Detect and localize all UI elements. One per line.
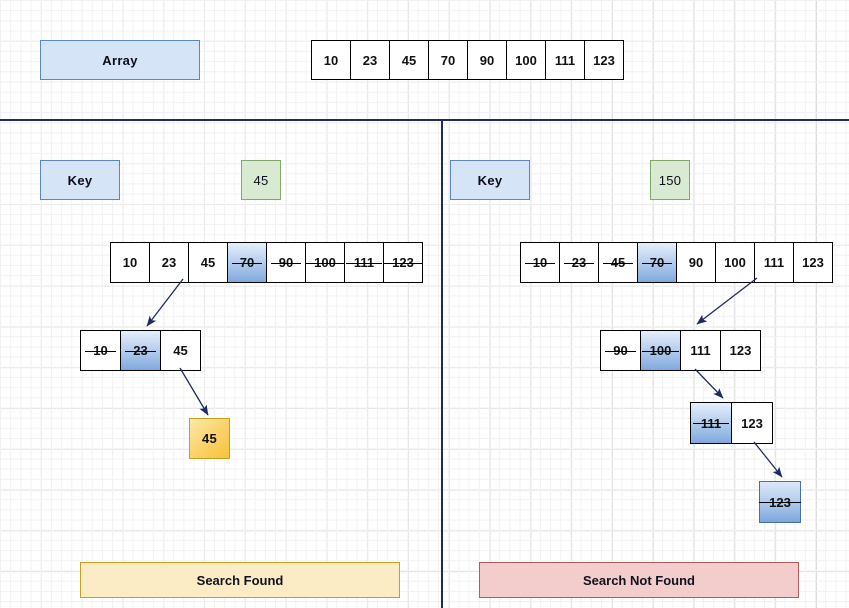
left-key-label: Key xyxy=(67,172,93,188)
array-cell: 45 xyxy=(188,242,228,283)
array-cell: 100 xyxy=(640,330,681,371)
array-cell-value: 90 xyxy=(604,343,637,358)
array-cell: 123 xyxy=(383,242,423,283)
array-cell-value: 23 xyxy=(362,52,378,68)
left-key-value: 45 xyxy=(253,172,269,188)
array-cell: 90 xyxy=(676,242,716,283)
array-cell-value: 70 xyxy=(641,255,673,270)
array-cell: 10 xyxy=(311,40,351,80)
array-cell: 111 xyxy=(690,402,732,444)
array-cell-value: 111 xyxy=(763,255,785,270)
array-cell: 100 xyxy=(715,242,755,283)
array-cell-value: 123 xyxy=(593,52,615,68)
right-result-value: 123 xyxy=(759,494,801,510)
array-cell: 90 xyxy=(467,40,507,80)
left-key-value-box: 45 xyxy=(241,160,281,200)
array-cell: 23 xyxy=(120,330,161,371)
search-not-found-label: Search Not Found xyxy=(583,572,695,588)
array-cell-value: 23 xyxy=(563,255,595,270)
array-cell-value: 100 xyxy=(724,255,746,270)
array-cell-value: 70 xyxy=(440,52,456,68)
array-cell-value: 123 xyxy=(729,343,752,358)
array-cell: 111 xyxy=(545,40,585,80)
right-arrow-3 xyxy=(753,441,783,478)
array-cell-value: 123 xyxy=(741,415,763,431)
array-cell-value: 10 xyxy=(323,52,339,68)
array-cell-value: 23 xyxy=(161,255,177,270)
array-title-label: Array xyxy=(102,52,138,68)
array-cell-value: 23 xyxy=(124,343,157,358)
array-cell: 100 xyxy=(506,40,546,80)
array-cell-value: 45 xyxy=(200,255,216,270)
array-cell-value: 111 xyxy=(554,52,576,68)
right-key-value: 150 xyxy=(658,172,682,188)
search-not-found-banner: Search Not Found xyxy=(479,562,799,598)
array-cell-value: 45 xyxy=(173,343,188,358)
header-array-row: 10 23 45 70 90 100 111 123 xyxy=(311,40,624,80)
array-cell-value: 111 xyxy=(690,343,711,358)
array-cell: 111 xyxy=(754,242,794,283)
array-cell-value: 100 xyxy=(515,52,537,68)
array-cell-value: 123 xyxy=(802,255,824,270)
array-cell: 70 xyxy=(637,242,677,283)
array-cell: 90 xyxy=(600,330,641,371)
left-result-value: 45 xyxy=(201,431,218,446)
array-cell-value: 70 xyxy=(231,255,263,270)
array-cell-value: 111 xyxy=(345,255,383,270)
array-cell: 90 xyxy=(266,242,306,283)
array-cell-value: 90 xyxy=(479,52,495,68)
array-cell: 70 xyxy=(428,40,468,80)
search-found-banner: Search Found xyxy=(80,562,400,598)
search-found-label: Search Found xyxy=(196,572,284,588)
array-cell: 111 xyxy=(344,242,384,283)
array-cell: 45 xyxy=(598,242,638,283)
left-arrow-2 xyxy=(179,367,209,416)
array-cell-value: 90 xyxy=(270,255,302,270)
array-cell: 23 xyxy=(350,40,390,80)
array-cell: 23 xyxy=(559,242,599,283)
array-cell-value: 45 xyxy=(602,255,634,270)
binary-search-diagram-canvas: Array 10 23 45 70 90 100 111 123 Key 45 10 23 45 7… xyxy=(0,0,849,608)
panel-divider-horizontal xyxy=(0,119,849,121)
array-cell: 23 xyxy=(149,242,189,283)
array-cell-value: 10 xyxy=(84,343,117,358)
array-cell: 45 xyxy=(389,40,429,80)
array-cell-value: 10 xyxy=(122,255,138,270)
array-cell-value: 111 xyxy=(692,415,730,431)
array-cell: 10 xyxy=(110,242,150,283)
array-cell: 10 xyxy=(520,242,560,283)
array-cell: 123 xyxy=(720,330,761,371)
array-cell-value: 90 xyxy=(688,255,704,270)
right-search-row-2: 90 100 111 123 xyxy=(600,330,761,371)
array-cell: 100 xyxy=(305,242,345,283)
right-key-value-box: 150 xyxy=(650,160,690,200)
array-cell: 45 xyxy=(160,330,201,371)
array-cell: 123 xyxy=(731,402,773,444)
array-title-box: Array xyxy=(40,40,200,80)
right-arrow-2 xyxy=(694,368,724,399)
array-cell: 123 xyxy=(584,40,624,80)
array-cell-value: 10 xyxy=(524,255,556,270)
array-cell-value: 45 xyxy=(401,52,417,68)
right-key-label: Key xyxy=(477,172,503,188)
left-key-box: Key xyxy=(40,160,120,200)
left-search-row-1: 10 23 45 70 90 100 111 123 xyxy=(110,242,423,283)
right-search-row-1: 10 23 45 70 90 100 111 123 xyxy=(520,242,833,283)
array-cell-value: 100 xyxy=(641,343,679,358)
left-search-row-2: 10 23 45 xyxy=(80,330,201,371)
array-cell: 70 xyxy=(227,242,267,283)
array-cell-value: 123 xyxy=(384,255,422,270)
array-cell: 111 xyxy=(680,330,721,371)
arrow-layer xyxy=(146,277,783,478)
right-result-box: 123 xyxy=(759,481,801,523)
right-arrow-1 xyxy=(696,277,758,325)
right-key-box: Key xyxy=(450,160,530,200)
left-result-box: 45 xyxy=(189,418,230,459)
array-cell: 10 xyxy=(80,330,121,371)
right-search-row-3: 111 123 xyxy=(690,402,773,444)
array-cell: 123 xyxy=(793,242,833,283)
panel-divider-vertical xyxy=(441,119,443,608)
array-cell-value: 100 xyxy=(306,255,344,270)
left-arrow-1 xyxy=(146,278,184,327)
